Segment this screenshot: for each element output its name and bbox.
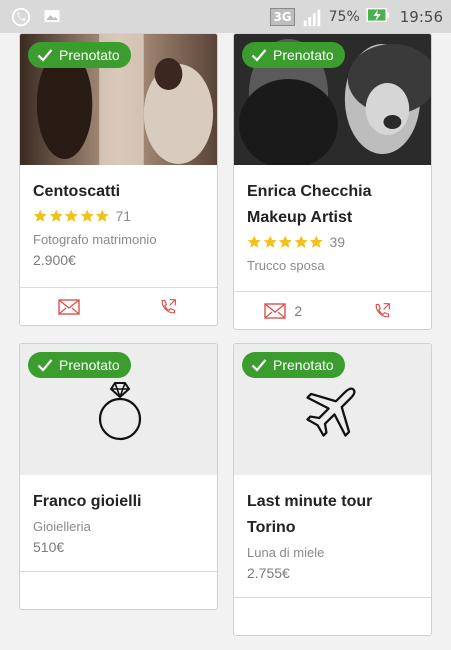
signal-icon [301, 6, 323, 28]
star-icon [95, 209, 109, 222]
vendor-name[interactable]: Franco gioielli [33, 489, 204, 515]
call-button[interactable] [333, 302, 432, 320]
message-button[interactable] [20, 298, 119, 316]
star-rating [33, 209, 110, 223]
card-footer [20, 571, 217, 609]
vendor-photo: Prenotato [20, 34, 217, 165]
vendor-name[interactable]: Centoscatti [33, 179, 204, 205]
phone-outgoing-icon [161, 298, 176, 313]
booked-badge-label: Prenotato [59, 357, 120, 373]
vendor-card[interactable]: Prenotato Last minute tour Torino Luna d… [233, 343, 432, 636]
star-icon [247, 235, 261, 248]
star-icon [64, 209, 78, 222]
card-actions: 2 [234, 291, 431, 329]
envelope-icon [58, 298, 80, 315]
battery-charging-icon [366, 6, 389, 28]
star-icon [263, 235, 277, 248]
vendor-card[interactable]: Prenotato Centoscatti 71 Fotografo matri… [19, 33, 218, 326]
star-icon [49, 209, 63, 222]
vendor-category: Luna di miele [247, 545, 325, 560]
category-placeholder: Prenotato [234, 344, 431, 475]
star-icon [33, 209, 47, 222]
phone-outgoing-icon [375, 302, 390, 317]
vendor-name[interactable]: Last minute tour [247, 489, 418, 515]
call-button[interactable] [119, 298, 218, 316]
booked-badge: Prenotato [242, 42, 345, 68]
rating: 39 [247, 234, 418, 250]
vendor-name[interactable]: Enrica Checchia [247, 179, 418, 205]
category-placeholder: Prenotato [20, 344, 217, 475]
booked-badge: Prenotato [28, 42, 131, 68]
vendor-price: 2.900€ [33, 252, 76, 268]
airplane-icon [306, 387, 356, 437]
vendor-category: Gioielleria [33, 519, 91, 534]
ring-icon [98, 382, 142, 441]
vendor-category: Fotografo matrimonio [33, 232, 157, 247]
message-button[interactable]: 2 [234, 302, 333, 320]
check-icon [37, 359, 53, 372]
clock: 19:56 [399, 8, 443, 26]
booked-badge: Prenotato [28, 352, 131, 378]
vendor-card[interactable]: Prenotato Enrica Checchia Makeup Artist … [233, 33, 432, 330]
star-rating [247, 235, 324, 249]
vendor-name-line-2[interactable]: Torino [247, 515, 418, 541]
booked-badge-label: Prenotato [273, 47, 334, 63]
status-bar: 3G 75% 19:56 [0, 0, 451, 33]
booked-badge-label: Prenotato [59, 47, 120, 63]
card-footer [234, 597, 431, 635]
star-icon [278, 235, 292, 248]
vendor-price: 510€ [33, 539, 65, 555]
star-icon [294, 235, 308, 248]
vendor-card[interactable]: Prenotato Franco gioielli Gioielleria 51… [19, 343, 218, 610]
vendor-category: Trucco sposa [247, 258, 325, 273]
rating: 71 [33, 208, 204, 224]
image-icon [42, 6, 64, 28]
envelope-icon [264, 302, 287, 319]
vendor-name-line-2[interactable]: Makeup Artist [247, 205, 418, 231]
review-count: 71 [115, 208, 132, 224]
booked-badge-label: Prenotato [273, 357, 334, 373]
check-icon [251, 49, 267, 62]
vendor-price: 2.755€ [247, 565, 290, 581]
vendor-photo: Prenotato [234, 34, 431, 165]
booked-badge: Prenotato [242, 352, 345, 378]
whatsapp-icon [10, 6, 32, 28]
battery-percentage: 75% [328, 9, 360, 25]
card-actions [20, 287, 217, 325]
review-count: 39 [329, 234, 346, 250]
star-icon [80, 209, 94, 222]
network-type: 3G [270, 8, 295, 26]
star-icon [309, 235, 323, 248]
check-icon [251, 359, 267, 372]
check-icon [37, 49, 53, 62]
message-count: 2 [294, 302, 303, 319]
